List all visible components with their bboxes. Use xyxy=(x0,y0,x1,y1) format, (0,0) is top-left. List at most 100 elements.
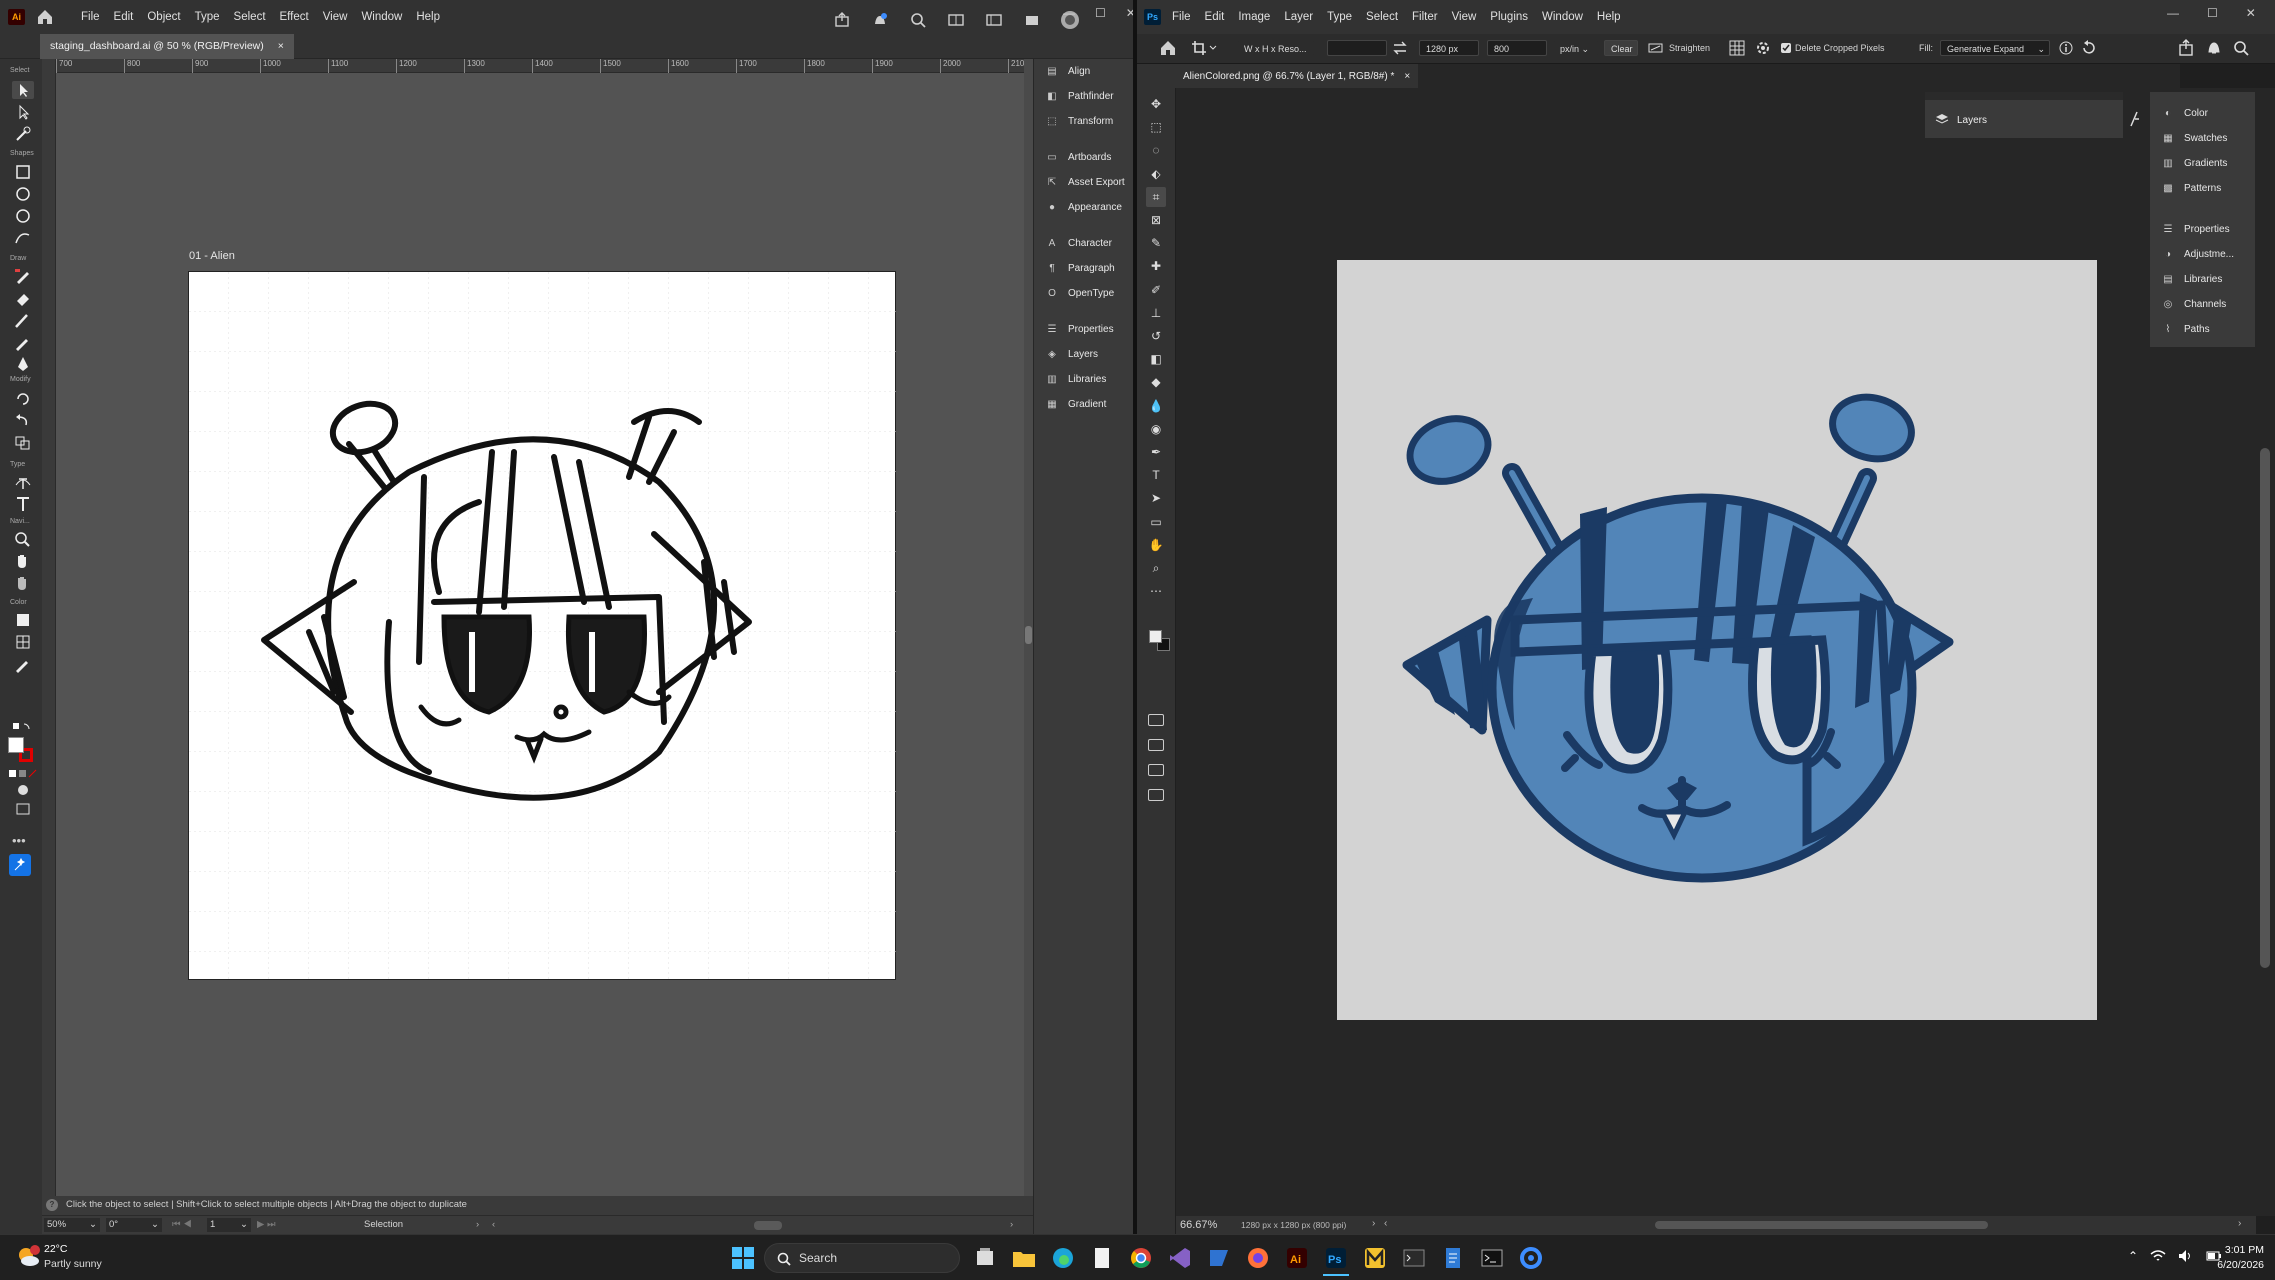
scroll-left-icon[interactable]: ‹ xyxy=(492,1219,495,1230)
rotation-select[interactable]: 0° ⌄ xyxy=(106,1218,162,1232)
zoom-tool-icon[interactable]: ⌕ xyxy=(1146,558,1166,578)
ai-panel-align[interactable]: ▤ Align xyxy=(1034,59,1133,84)
shape-tool-icon[interactable]: ▭ xyxy=(1146,512,1166,532)
ps-document-tab-close-icon[interactable]: × xyxy=(1404,71,1410,82)
color-mode-icons[interactable] xyxy=(8,769,38,782)
ps-share-icon[interactable] xyxy=(2178,39,2194,57)
ai-panel-transform[interactable]: ⬚ Transform xyxy=(1034,109,1133,134)
ai-panel-opentype[interactable]: O OpenType xyxy=(1034,281,1133,306)
ps-vertical-scrollbar[interactable] xyxy=(2256,88,2275,1216)
notes-icon[interactable] xyxy=(1440,1245,1466,1276)
rotate-tool-icon[interactable] xyxy=(12,389,34,410)
zoom-tool-icon[interactable] xyxy=(12,530,34,551)
edge-icon[interactable] xyxy=(1050,1245,1076,1276)
ps-menu-item[interactable]: Layer xyxy=(1277,0,1320,34)
crop-width-input[interactable]: 1280 px xyxy=(1419,40,1479,56)
history-brush-tool-icon[interactable]: ↺ xyxy=(1146,326,1166,346)
mural-icon[interactable] xyxy=(1362,1245,1388,1276)
home-icon[interactable] xyxy=(36,8,54,26)
terminal-icon[interactable] xyxy=(1401,1245,1427,1276)
ps-panel-properties[interactable]: ☰ Properties xyxy=(2150,217,2255,242)
crop-ratio-select[interactable]: W x H x Reso... ⌄ xyxy=(1237,40,1315,70)
blob-brush-tool-icon[interactable] xyxy=(12,333,34,354)
ai-menu-item[interactable]: Effect xyxy=(273,0,316,34)
selection-tool-icon[interactable] xyxy=(12,81,34,99)
ps-image[interactable] xyxy=(1337,260,2097,1020)
layers-panel-collapsed[interactable]: Layers xyxy=(1925,92,2123,138)
move-tool-icon[interactable]: ✥ xyxy=(1146,94,1166,114)
magic-wand-tool-icon[interactable] xyxy=(12,125,34,146)
share-icon[interactable] xyxy=(830,8,854,32)
document-tab[interactable]: staging_dashboard.ai @ 50 % (RGB/Preview… xyxy=(40,34,294,59)
pen-tool-icon[interactable] xyxy=(12,355,34,376)
cloud-docs-icon[interactable] xyxy=(1020,8,1044,32)
ps-close-button[interactable]: ✕ xyxy=(2246,6,2256,20)
ai-menu-item[interactable]: Edit xyxy=(107,0,141,34)
arrange-documents-icon[interactable] xyxy=(944,8,968,32)
ps-scroll-left-icon[interactable]: ‹ xyxy=(1384,1218,1387,1229)
ai-panel-libraries[interactable]: ▥ Libraries xyxy=(1034,367,1133,392)
character-panel-icon[interactable] xyxy=(2125,110,2145,131)
illustrator-canvas[interactable]: 01 - Alien xyxy=(57,74,1024,1196)
ps-document-tab[interactable]: AlienColored.png @ 66.7% (Layer 1, RGB/8… xyxy=(1175,64,1419,88)
tray-chevron-icon[interactable]: ⌃ xyxy=(2128,1249,2138,1266)
frame-tool-icon[interactable]: ⊠ xyxy=(1146,210,1166,230)
direct-selection-tool-icon[interactable] xyxy=(12,103,34,124)
ai-panel-paragraph[interactable]: ¶ Paragraph xyxy=(1034,256,1133,281)
brush-tool-icon[interactable] xyxy=(12,311,34,332)
crop-settings-gear-icon[interactable] xyxy=(1755,40,1771,56)
ai-menu-item[interactable]: Type xyxy=(188,0,227,34)
horizontal-ruler[interactable]: 700 800 900 1000 1100 1200 1300 1400 1500 1600 170… xyxy=(56,59,1029,73)
generative-ai-icon[interactable] xyxy=(9,854,31,876)
ps-menu-item[interactable]: Help xyxy=(1590,0,1628,34)
clone-stamp-tool-icon[interactable]: ⊥ xyxy=(1146,303,1166,323)
task-view-icon[interactable] xyxy=(972,1245,998,1276)
artboard-number-select[interactable]: 1 ⌄ xyxy=(207,1218,251,1232)
artboard[interactable] xyxy=(188,271,897,981)
ai-panel-character[interactable]: A Character xyxy=(1034,231,1133,256)
straighten-label[interactable]: Straighten xyxy=(1669,43,1710,53)
grid-overlay-icon[interactable] xyxy=(1729,40,1745,56)
reset-icon[interactable] xyxy=(2080,40,2096,56)
eyedropper-tool-icon[interactable]: ✎ xyxy=(1146,233,1166,253)
brush-tool-icon[interactable]: ✐ xyxy=(1146,280,1166,300)
ps-home-icon[interactable] xyxy=(1159,39,1177,57)
vertical-scrollbar[interactable] xyxy=(1024,59,1033,1196)
photoshop-taskbar-icon[interactable]: Ps xyxy=(1323,1245,1349,1276)
ai-panel-layers[interactable]: ◈ Layers xyxy=(1034,342,1133,367)
crop-tool-preset-icon[interactable] xyxy=(1191,40,1217,56)
ellipse-tool-icon[interactable] xyxy=(12,185,34,206)
straighten-icon[interactable] xyxy=(1648,41,1664,55)
pencil-tool-icon[interactable] xyxy=(12,267,34,288)
gradient-tool-icon[interactable] xyxy=(12,611,34,632)
first-artboard-icon[interactable]: ⏮ ◀ xyxy=(172,1219,192,1230)
tool-menu-arrow-icon[interactable]: › xyxy=(476,1219,479,1230)
ps-search-icon[interactable] xyxy=(2233,40,2249,56)
scale-tool-icon[interactable] xyxy=(12,433,34,454)
path-selection-tool-icon[interactable]: ➤ xyxy=(1146,488,1166,508)
search-icon[interactable] xyxy=(906,8,930,32)
start-icon[interactable] xyxy=(731,1246,755,1273)
scroll-right-icon[interactable]: › xyxy=(1010,1219,1013,1230)
dodge-tool-icon[interactable]: ◉ xyxy=(1146,419,1166,439)
undo-tool-icon[interactable] xyxy=(12,411,34,432)
ps-panel-libraries[interactable]: ▤ Libraries xyxy=(2150,267,2255,292)
volume-icon[interactable] xyxy=(2178,1249,2194,1266)
ps-menu-item[interactable]: Plugins xyxy=(1483,0,1535,34)
blur-tool-icon[interactable]: 💧 xyxy=(1146,396,1166,416)
ps-maximize-button[interactable]: ☐ xyxy=(2207,6,2218,20)
quick-mask-icon[interactable] xyxy=(1148,714,1164,726)
ps-panel-swatches[interactable]: ▦ Swatches xyxy=(2150,126,2255,151)
power-automate-icon[interactable] xyxy=(1206,1245,1232,1276)
ai-panel-asset-export[interactable]: ⇱ Asset Export xyxy=(1034,170,1133,195)
copilot-icon[interactable] xyxy=(1518,1245,1544,1276)
ps-vscroll-thumb[interactable] xyxy=(2260,448,2270,968)
screen-mode-icon[interactable] xyxy=(12,802,34,819)
last-artboard-icon[interactable]: ▶ ⏭ xyxy=(257,1219,276,1230)
type-tool-icon[interactable] xyxy=(12,495,34,516)
more-tools-icon[interactable]: ••• xyxy=(12,833,26,848)
print-tiling-tool-icon[interactable] xyxy=(12,574,34,595)
ps-minimize-button[interactable]: — xyxy=(2167,6,2179,20)
delete-cropped-checkbox[interactable] xyxy=(1781,43,1791,53)
type-tool-icon[interactable]: T xyxy=(1146,465,1166,485)
